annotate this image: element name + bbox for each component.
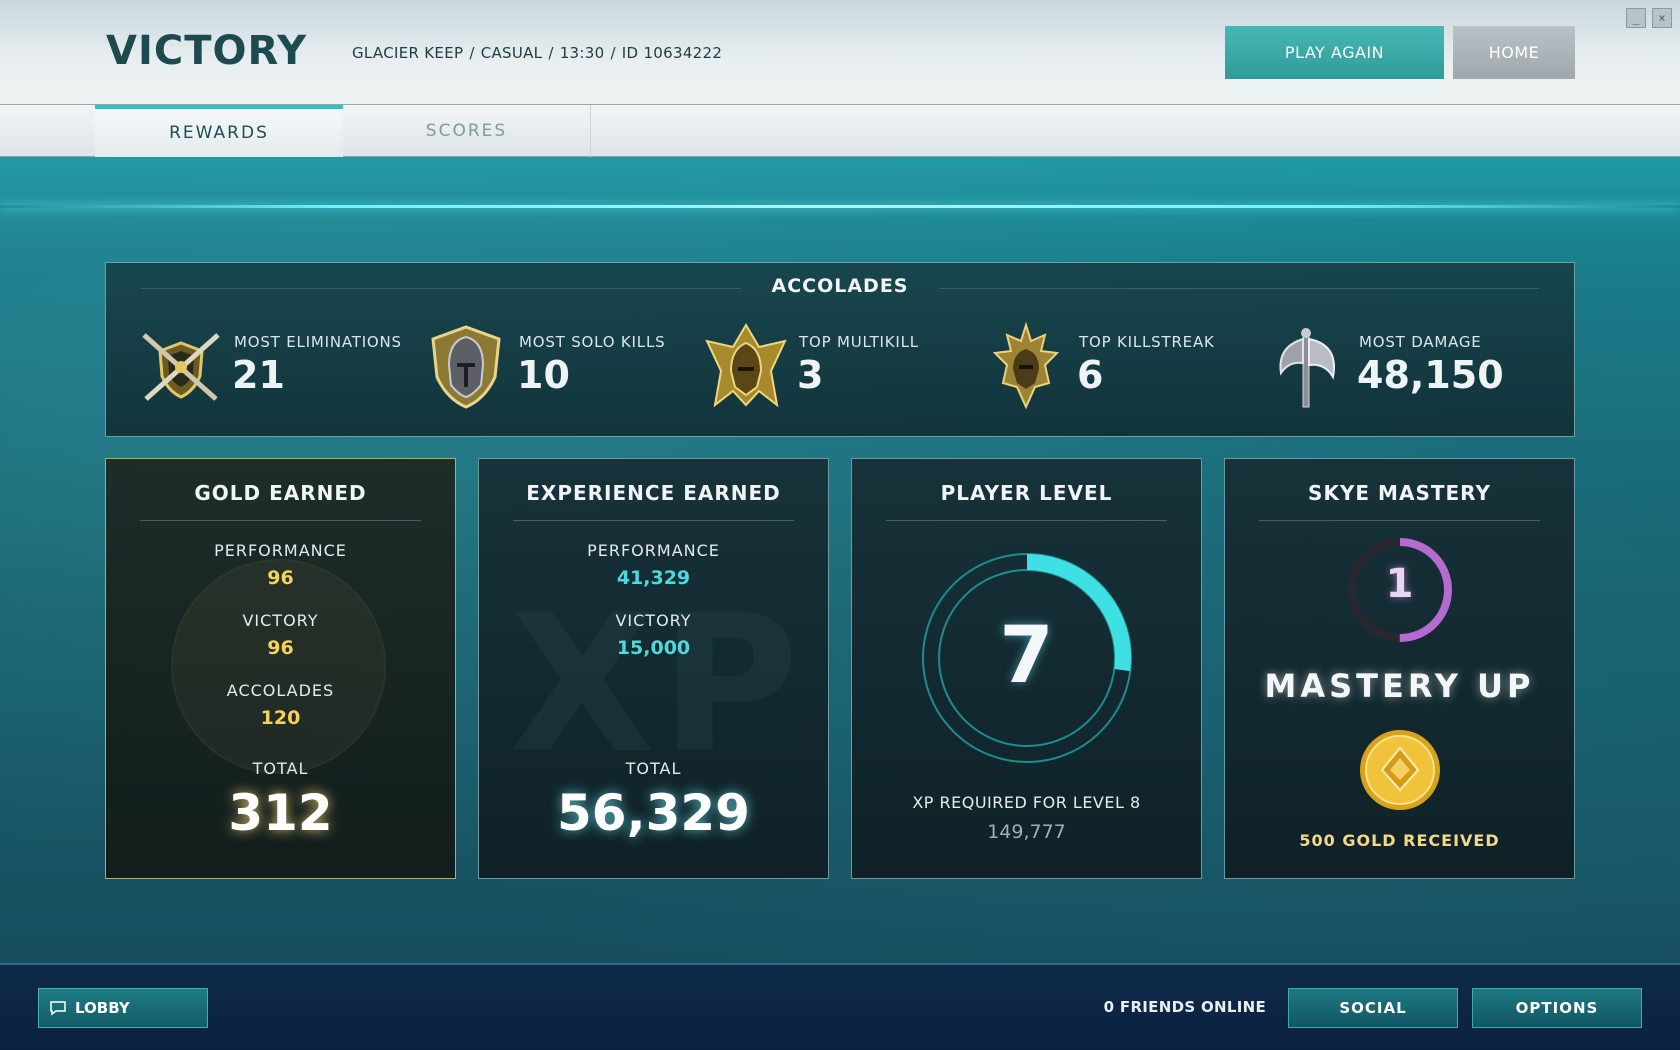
accolade-label: MOST SOLO KILLS [519,333,666,351]
accolade-top-multikill: TOP MULTIKILL 3 [701,321,981,411]
game-mode: CASUAL [480,44,543,62]
options-button[interactable]: OPTIONS [1472,988,1642,1028]
match-duration: 13:30 [559,44,605,62]
accolade-value: 6 [1077,353,1104,397]
gold-earned-card: GOLD EARNED PERFORMANCE 96 VICTORY 96 AC… [105,458,456,879]
social-button[interactable]: SOCIAL [1288,988,1458,1028]
experience-earned-card: XP EXPERIENCE EARNED PERFORMANCE 41,329 … [478,458,829,879]
map-name: GLACIER KEEP [352,44,464,62]
divider [939,288,1539,289]
match-info: GLACIER KEEP / CASUAL / 13:30 / ID 10634222 [352,44,722,62]
results-tabs: REWARDS SCORES [0,105,1680,157]
card-title: GOLD EARNED [194,481,367,505]
xp-row-label: PERFORMANCE [587,541,720,560]
lobby-label: LOBBY [75,999,130,1017]
minimize-icon[interactable]: _ [1626,8,1646,28]
play-again-button[interactable]: PLAY AGAIN [1225,26,1444,79]
gold-reward-text: 500 GOLD RECEIVED [1299,831,1500,850]
gold-row-value: 96 [267,637,294,659]
player-level-number: 7 [999,611,1054,701]
battle-axe-icon [1279,328,1335,408]
footer-bar: LOBBY 0 FRIENDS ONLINE SOCIAL OPTIONS [0,963,1680,1050]
xp-row-value: 41,329 [616,567,691,589]
xp-row-value: 15,000 [616,637,691,659]
divider [886,520,1167,521]
close-icon[interactable]: × [1652,8,1672,28]
golden-warrior-helmet-icon [705,323,787,408]
accolade-value: 21 [232,353,285,397]
glow-divider [0,205,1680,208]
gold-row-label: VICTORY [242,611,319,630]
separator: / [610,44,616,62]
gold-total-label: TOTAL [252,759,309,778]
accolade-label: TOP MULTIKILL [799,333,919,351]
accolade-value: 3 [797,353,824,397]
accolades-title: ACCOLADES [771,275,909,297]
page-title: VICTORY [106,28,308,74]
mastery-level-number: 1 [1385,561,1414,607]
spiked-helmet-icon [992,321,1060,410]
xp-total-value: 56,329 [557,784,750,842]
separator: / [548,44,554,62]
lobby-chat-button[interactable]: LOBBY [38,988,208,1028]
xp-total-label: TOTAL [625,759,682,778]
card-title: PLAYER LEVEL [940,481,1113,505]
gold-row-label: ACCOLADES [226,681,335,700]
accolade-most-solo-kills: MOST SOLO KILLS 10 [421,321,701,411]
gold-row-value: 96 [267,567,294,589]
divider [140,520,421,521]
xp-required-label: XP REQUIRED FOR LEVEL 8 [912,793,1141,812]
divider [1259,520,1540,521]
accolade-label: MOST DAMAGE [1359,333,1482,351]
friends-online-count: 0 FRIENDS ONLINE [1103,998,1266,1016]
divider [141,288,741,289]
mastery-up-banner: MASTERY UP [1264,667,1535,705]
accolades-panel: ACCOLADES MOST ELIMINATIONS 21 MOST SOLO… [105,262,1575,437]
tab-rewards[interactable]: REWARDS [95,105,343,157]
match-id: ID 10634222 [621,44,723,62]
accolade-most-eliminations: MOST ELIMINATIONS 21 [136,321,421,411]
xp-required-value: 149,777 [987,821,1066,843]
xp-row-label: VICTORY [615,611,692,630]
accolade-top-killstreak: TOP KILLSTREAK 6 [981,321,1261,411]
player-level-card: PLAYER LEVEL 7 XP REQUIRED FOR LEVEL 8 1… [851,458,1202,879]
gold-total-value: 312 [228,784,333,842]
card-title: EXPERIENCE EARNED [526,481,781,505]
accolade-value: 10 [517,353,570,397]
gold-row-label: PERFORMANCE [214,541,347,560]
home-button[interactable]: HOME [1453,26,1575,79]
gold-coin-icon [1360,730,1440,810]
accolade-value: 48,150 [1357,353,1504,397]
card-title: SKYE MASTERY [1308,481,1491,505]
chat-bubble-icon [50,1001,66,1016]
gold-coin-watermark-icon [171,559,386,774]
separator: / [469,44,475,62]
divider [513,520,794,521]
knight-helmet-shield-icon [431,325,501,409]
accolade-most-damage: MOST DAMAGE 48,150 [1261,321,1551,411]
tab-scores[interactable]: SCORES [343,105,591,157]
crossed-swords-shield-icon [142,333,220,401]
accolade-label: MOST ELIMINATIONS [234,333,402,351]
results-header: VICTORY GLACIER KEEP / CASUAL / 13:30 / ID 106… [0,0,1680,105]
accolade-label: TOP KILLSTREAK [1079,333,1215,351]
god-mastery-card: SKYE MASTERY 1 MASTERY UP 500 GOLD RECEI… [1224,458,1575,879]
gold-row-value: 120 [260,707,301,729]
